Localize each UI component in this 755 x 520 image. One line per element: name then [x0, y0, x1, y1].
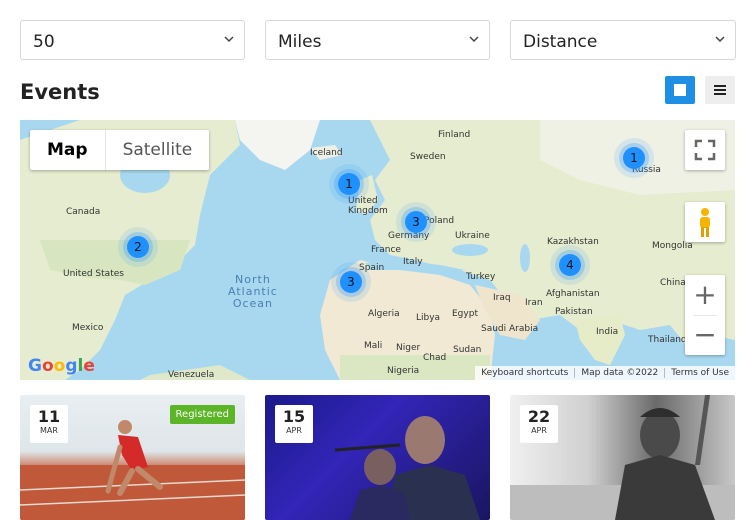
map-label-nigeria: Nigeria — [387, 366, 420, 376]
map-label-turkey: Turkey — [466, 272, 496, 282]
list-view-button[interactable] — [705, 76, 735, 104]
map-label-north-atlantic-ocean: North Atlantic Ocean — [228, 273, 278, 310]
map-label-ukraine: Ukraine — [455, 231, 490, 241]
unit-select[interactable]: Miles — [265, 20, 490, 60]
map-label-mali: Mali — [364, 341, 383, 351]
map-label-saudi-arabia: Saudi Arabia — [481, 324, 539, 334]
event-date: 15 APR — [275, 405, 313, 443]
event-month: APR — [286, 426, 302, 435]
map-cluster-marker[interactable]: 2 — [118, 227, 158, 267]
filter-bar: 50 Miles Distance — [20, 20, 736, 60]
event-card[interactable]: 15 APR — [265, 395, 490, 520]
map-label-iran: Iran — [525, 298, 543, 308]
map-attribution: Keyboard shortcuts Map data ©2022 Terms … — [475, 366, 735, 380]
map-type-control: Map Satellite — [30, 130, 210, 170]
event-date: 22 APR — [520, 405, 558, 443]
radius-select[interactable]: 50 — [20, 20, 245, 60]
cluster-count: 1 — [630, 151, 638, 165]
page-title: Events — [20, 80, 100, 104]
map-label-mongolia: Mongolia — [652, 241, 693, 251]
zoom-control: + − — [685, 275, 725, 355]
google-logo: Google — [28, 356, 95, 376]
map-cluster-marker[interactable]: 4 — [550, 245, 590, 285]
map-label-venezuela: Venezuela — [168, 370, 215, 380]
list-view-icon — [714, 85, 726, 87]
map-type-map-button[interactable]: Map — [30, 130, 105, 170]
map-cluster-marker[interactable]: 1 — [614, 138, 654, 178]
map-label-iceland: Iceland — [310, 148, 343, 158]
map-label-thailand: Thailand — [648, 335, 687, 345]
event-month: MAR — [40, 426, 58, 435]
terms-of-use-link[interactable]: Terms of Use — [664, 368, 735, 378]
pegman-icon — [700, 208, 710, 237]
fullscreen-icon — [694, 139, 716, 161]
map-cluster-marker[interactable]: 3 — [396, 202, 436, 242]
event-day: 22 — [527, 407, 551, 426]
event-date: 11 MAR — [30, 405, 68, 443]
map-label-libya: Libya — [416, 313, 441, 323]
unit-value: Miles — [278, 32, 322, 52]
map-label-china: China — [660, 278, 686, 288]
chevron-down-icon — [224, 36, 234, 43]
zoom-out-button[interactable]: − — [685, 315, 725, 355]
map-label-canada: Canada — [66, 207, 101, 217]
map-label-france: France — [371, 245, 401, 255]
event-day: 15 — [282, 407, 306, 426]
map-label-italy: Italy — [403, 257, 423, 267]
grid-view-button[interactable] — [665, 76, 695, 104]
zoom-in-button[interactable]: + — [685, 275, 725, 315]
map-label-iraq: Iraq — [493, 293, 511, 303]
cluster-count: 4 — [566, 258, 574, 272]
map-label-egypt: Egypt — [452, 309, 478, 319]
map-label-united-states: United States — [63, 269, 124, 279]
sort-select[interactable]: Distance — [510, 20, 736, 60]
chevron-down-icon — [469, 36, 479, 43]
cluster-count: 3 — [347, 275, 355, 289]
event-card[interactable]: 22 APR — [510, 395, 735, 520]
map-label-sudan: Sudan — [453, 345, 482, 355]
map-label-algeria: Algeria — [368, 309, 400, 319]
event-month: APR — [531, 426, 547, 435]
street-view-pegman-button[interactable] — [685, 202, 725, 242]
events-map[interactable]: Finland Iceland Sweden Russia Canada Uni… — [20, 120, 735, 380]
map-label-finland: Finland — [438, 130, 471, 140]
chevron-down-icon — [715, 36, 725, 43]
map-label-mexico: Mexico — [72, 323, 104, 333]
map-data-text: Map data ©2022 — [574, 368, 664, 378]
map-cluster-marker[interactable]: 1 — [329, 164, 369, 204]
keyboard-shortcuts-link[interactable]: Keyboard shortcuts — [475, 368, 574, 378]
map-label-niger: Niger — [396, 343, 421, 353]
map-label-sweden: Sweden — [410, 152, 446, 162]
map-label-afghanistan: Afghanistan — [546, 289, 600, 299]
radius-value: 50 — [33, 32, 55, 52]
cluster-count: 1 — [345, 177, 353, 191]
registered-badge: Registered — [169, 405, 235, 424]
cluster-count: 3 — [412, 215, 420, 229]
map-label-india: India — [596, 327, 619, 337]
map-label-chad: Chad — [423, 353, 447, 363]
fullscreen-button[interactable] — [685, 130, 725, 170]
map-type-satellite-button[interactable]: Satellite — [104, 130, 210, 170]
event-day: 11 — [37, 407, 61, 426]
event-card[interactable]: 11 MAR Registered — [20, 395, 245, 520]
map-cluster-marker[interactable]: 3 — [331, 262, 371, 302]
cluster-count: 2 — [134, 240, 142, 254]
map-label-pakistan: Pakistan — [555, 307, 593, 317]
grid-view-icon — [674, 84, 686, 96]
sort-value: Distance — [523, 32, 598, 52]
